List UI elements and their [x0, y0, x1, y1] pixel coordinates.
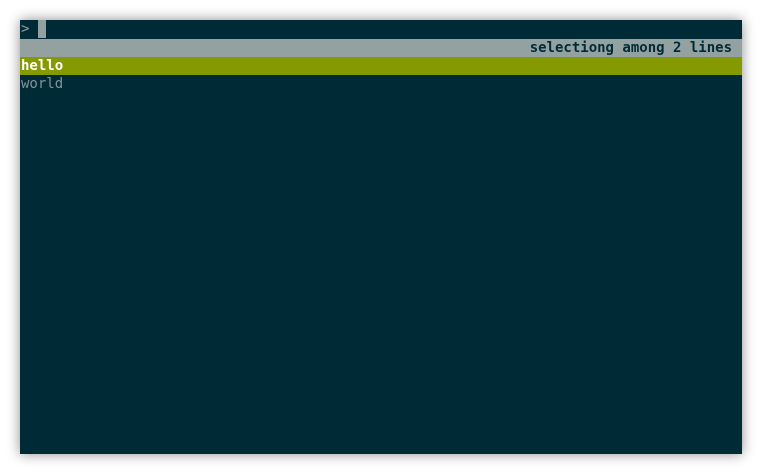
text-cursor: [38, 20, 47, 38]
list-item-selected[interactable]: hello: [20, 57, 742, 75]
prompt-line[interactable]: >: [20, 20, 742, 38]
list-item[interactable]: world: [20, 75, 742, 93]
status-bar: selectiong among 2 lines: [20, 39, 742, 57]
terminal-window: > selectiong among 2 lines hello world: [20, 20, 742, 454]
prompt-symbol: >: [21, 21, 30, 37]
selection-list: hello world: [20, 57, 742, 93]
